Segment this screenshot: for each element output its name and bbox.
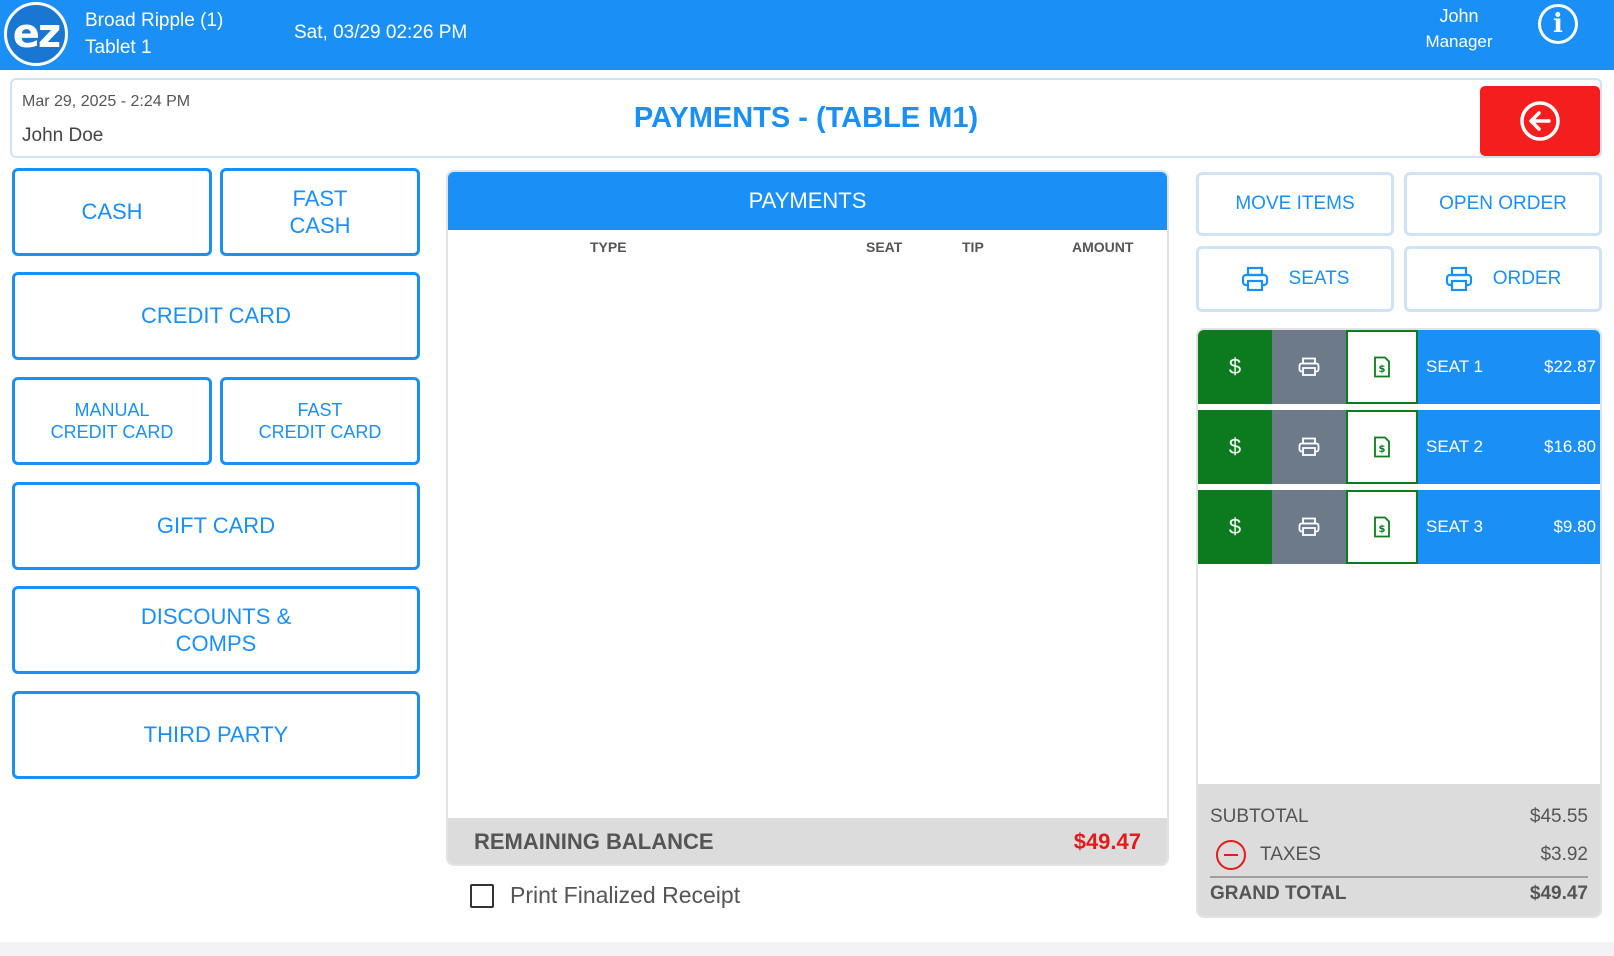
print-order-button[interactable]: ORDER xyxy=(1404,246,1602,312)
seat-name: SEAT 3 xyxy=(1426,517,1484,536)
svg-text:$: $ xyxy=(1379,524,1386,535)
bottom-strip xyxy=(0,942,1614,956)
order-header: Mar 29, 2025 - 2:24 PM John Doe PAYMENTS… xyxy=(10,78,1602,158)
svg-text:$: $ xyxy=(1379,364,1386,375)
print-receipt-checkbox[interactable] xyxy=(470,883,494,908)
seat-1-receipt-button[interactable]: $ xyxy=(1346,330,1418,404)
print-seats-label: SEATS xyxy=(1288,268,1350,289)
seat-3-pay-button[interactable]: $ xyxy=(1198,490,1272,564)
receipt-icon: $ xyxy=(1374,436,1390,458)
seat-amount: $9.80 xyxy=(1553,517,1596,536)
info-icon[interactable]: i xyxy=(1538,4,1578,44)
seat-2-info[interactable]: SEAT 2 $16.80 xyxy=(1418,410,1600,484)
payments-table: PAYMENTS TYPE SEAT TIP AMOUNT REMAINING … xyxy=(446,170,1169,866)
printer-icon xyxy=(1298,517,1320,536)
seat-3-receipt-button[interactable]: $ xyxy=(1346,490,1418,564)
third-party-button[interactable]: THIRD PARTY xyxy=(12,691,420,779)
print-finalized-receipt-option[interactable]: Print Finalized Receipt xyxy=(470,882,740,909)
column-header-amount: AMOUNT xyxy=(1072,239,1134,255)
user-role[interactable]: Manager xyxy=(1414,32,1504,52)
ez-logo-icon: ez xyxy=(4,2,68,66)
gift-card-button[interactable]: GIFT CARD xyxy=(12,482,420,570)
seat-1-info[interactable]: SEAT 1 $22.87 xyxy=(1418,330,1600,404)
seat-row: $ $ SEAT 3 $9.80 xyxy=(1198,490,1600,564)
remaining-balance-label: REMAINING BALANCE xyxy=(474,829,714,854)
seat-1-pay-button[interactable]: $ xyxy=(1198,330,1272,404)
svg-text:$: $ xyxy=(1379,444,1386,455)
seat-1-print-button[interactable] xyxy=(1272,330,1346,404)
printer-icon xyxy=(1298,437,1320,456)
cash-button[interactable]: CASH xyxy=(12,168,212,256)
seat-name: SEAT 2 xyxy=(1426,437,1484,456)
user-name[interactable]: John xyxy=(1414,6,1504,27)
print-order-label: ORDER xyxy=(1492,268,1562,289)
top-bar: ez Broad Ripple (1) Tablet 1 Sat, 03/29 … xyxy=(0,0,1614,70)
column-header-type: TYPE xyxy=(590,239,627,255)
credit-card-button[interactable]: CREDIT CARD xyxy=(12,272,420,360)
seat-amount: $22.87 xyxy=(1544,357,1596,376)
receipt-icon: $ xyxy=(1374,516,1390,538)
seat-row: $ $ SEAT 2 $16.80 xyxy=(1198,410,1600,484)
printer-icon xyxy=(1298,357,1320,376)
page-title: PAYMENTS - (TABLE M1) xyxy=(633,102,979,134)
subtotal-value: $45.55 xyxy=(1529,806,1588,827)
fast-credit-card-button[interactable]: FAST CREDIT CARD xyxy=(220,377,420,465)
minus-circle-icon[interactable] xyxy=(1216,840,1246,870)
arrow-left-circle-icon xyxy=(1520,101,1560,141)
back-button[interactable] xyxy=(1480,86,1600,156)
seat-row: $ $ SEAT 1 $22.87 xyxy=(1198,330,1600,404)
taxes-label: TAXES xyxy=(1260,844,1321,865)
receipt-icon: $ xyxy=(1374,356,1390,378)
device-name: Tablet 1 xyxy=(85,37,152,58)
grand-total-value: $49.47 xyxy=(1529,883,1588,904)
remaining-balance-bar: REMAINING BALANCE $49.47 xyxy=(448,818,1167,864)
seats-panel: $ $ SEAT 1 $22.87 $ $ SEAT 2 $16.80 $ $ xyxy=(1196,328,1602,918)
seat-amount: $16.80 xyxy=(1544,437,1596,456)
grand-total-label: GRAND TOTAL xyxy=(1210,883,1347,904)
seat-2-pay-button[interactable]: $ xyxy=(1198,410,1272,484)
current-datetime: Sat, 03/29 02:26 PM xyxy=(294,22,468,43)
column-header-seat: SEAT xyxy=(866,239,903,255)
printer-icon xyxy=(1241,266,1268,292)
remaining-balance-value: $49.47 xyxy=(1073,829,1141,854)
column-header-tip: TIP xyxy=(962,239,984,255)
payments-table-title: PAYMENTS xyxy=(448,172,1167,230)
discounts-comps-button[interactable]: DISCOUNTS & COMPS xyxy=(12,586,420,674)
move-items-button[interactable]: MOVE ITEMS xyxy=(1196,172,1394,236)
seat-2-print-button[interactable] xyxy=(1272,410,1346,484)
print-receipt-label: Print Finalized Receipt xyxy=(510,882,741,908)
subtotal-label: SUBTOTAL xyxy=(1210,806,1309,827)
totals-divider xyxy=(1210,876,1588,878)
print-seats-button[interactable]: SEATS xyxy=(1196,246,1394,312)
seat-3-print-button[interactable] xyxy=(1272,490,1346,564)
printer-icon xyxy=(1445,266,1472,292)
location-name: Broad Ripple (1) xyxy=(85,10,224,31)
taxes-value: $3.92 xyxy=(1540,844,1588,865)
fast-cash-button[interactable]: FAST CASH xyxy=(220,168,420,256)
order-totals: SUBTOTAL $45.55 TAXES $3.92 GRAND TOTAL … xyxy=(1198,784,1600,916)
open-order-button[interactable]: OPEN ORDER xyxy=(1404,172,1602,236)
seat-2-receipt-button[interactable]: $ xyxy=(1346,410,1418,484)
seat-3-info[interactable]: SEAT 3 $9.80 xyxy=(1418,490,1600,564)
seat-name: SEAT 1 xyxy=(1426,357,1484,376)
manual-credit-card-button[interactable]: MANUAL CREDIT CARD xyxy=(12,377,212,465)
